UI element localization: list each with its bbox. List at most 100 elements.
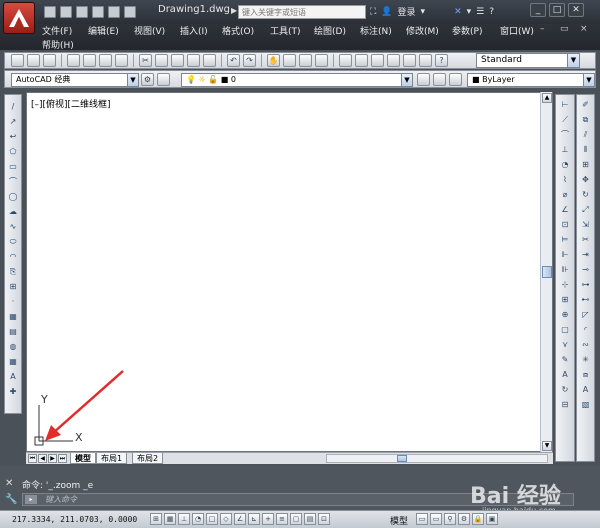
break-dim-icon[interactable]: ⊹ — [559, 279, 571, 291]
calculator-icon[interactable] — [419, 54, 432, 67]
linear-dim-icon[interactable]: ⊢ — [559, 99, 571, 111]
user-icon[interactable]: 👤 — [381, 7, 392, 17]
menu-insert[interactable]: 插入(I) — [180, 24, 208, 37]
angular-dim-icon[interactable]: ∠ — [559, 204, 571, 216]
menu-modify[interactable]: 修改(M) — [406, 24, 439, 37]
jogged-linear-icon[interactable]: ⋎ — [559, 339, 571, 351]
layer-previous-icon[interactable] — [433, 73, 446, 86]
close-button[interactable]: ✕ — [568, 3, 584, 17]
construction-line-icon[interactable]: ↗ — [7, 116, 19, 128]
jogged-dim-icon[interactable]: ⌇ — [559, 174, 571, 186]
arc-length-icon[interactable]: ⌒ — [559, 129, 571, 141]
tab-layout1[interactable]: 布局1 — [96, 453, 128, 464]
help-icon[interactable]: ? — [435, 54, 448, 67]
point-icon[interactable]: · — [7, 296, 19, 308]
lineweight-icon[interactable]: ≡ — [276, 513, 288, 525]
ortho-mode-icon[interactable]: ⊥ — [178, 513, 190, 525]
menu-tools[interactable]: 工具(T) — [270, 24, 301, 37]
spline-icon[interactable]: ∿ — [7, 221, 19, 233]
vertical-scrollbar[interactable]: ▲ ▼ — [540, 92, 552, 452]
ducs-icon[interactable]: ⊾ — [248, 513, 260, 525]
menu-dimension[interactable]: 标注(N) — [360, 24, 392, 37]
new-icon[interactable] — [11, 54, 24, 67]
quick-view-drawings-icon[interactable]: ▭ — [430, 513, 442, 525]
dim-style-icon[interactable]: ⊟ — [559, 399, 571, 411]
break-icon[interactable]: ⊶ — [580, 279, 592, 291]
binoculars-icon[interactable]: ⛶ — [370, 7, 376, 17]
aligned-dim-icon[interactable]: ⟋ — [559, 114, 571, 126]
clean-screen-icon[interactable]: ▣ — [486, 513, 498, 525]
text-style-select[interactable]: Standard ▼ — [476, 53, 580, 68]
hatch-edit-icon[interactable]: ▧ — [580, 399, 592, 411]
space-dim-icon[interactable]: ⊪ — [559, 264, 571, 276]
3d-osnap-icon[interactable]: ◇ — [220, 513, 232, 525]
preview-icon[interactable] — [83, 54, 96, 67]
layer-properties-icon[interactable] — [157, 73, 170, 86]
ellipse-arc-icon[interactable]: ◠ — [7, 251, 19, 263]
break-at-point-icon[interactable]: ⊸ — [580, 264, 592, 276]
exchange-icon[interactable]: ✕ — [454, 7, 462, 17]
save-icon[interactable] — [76, 6, 88, 18]
chevron-down-icon[interactable]: ▼ — [583, 74, 594, 86]
scroll-down-icon[interactable]: ▼ — [542, 441, 552, 451]
zoom-previous-icon[interactable] — [315, 54, 328, 67]
scroll-thumb[interactable] — [542, 266, 552, 278]
saveas-icon[interactable] — [92, 6, 104, 18]
horizontal-scrollbar[interactable] — [326, 454, 548, 463]
draworder-icon[interactable]: ⧈ — [580, 369, 592, 381]
layer-states-icon[interactable] — [449, 73, 462, 86]
publish-icon[interactable] — [99, 54, 112, 67]
redo-icon[interactable] — [124, 6, 136, 18]
center-mark-icon[interactable]: ⊕ — [559, 309, 571, 321]
subscription-icon[interactable]: ☰ — [476, 7, 484, 17]
block-editor-icon[interactable] — [203, 54, 216, 67]
blend-icon[interactable]: ∾ — [580, 339, 592, 351]
region-icon[interactable]: ◍ — [7, 341, 19, 353]
annotation-scale-icon[interactable]: ⚲ — [444, 513, 456, 525]
inspection-icon[interactable]: ▢ — [559, 324, 571, 336]
dim-edit-icon[interactable]: ✎ — [559, 354, 571, 366]
move-icon[interactable]: ✥ — [580, 174, 592, 186]
chevron-down-icon[interactable]: ▼ — [127, 74, 138, 86]
sheet-set-icon[interactable] — [387, 54, 400, 67]
gradient-icon[interactable]: ▤ — [7, 326, 19, 338]
search-expand-icon[interactable]: ▶ — [231, 6, 237, 15]
cut-icon[interactable]: ✂ — [139, 54, 152, 67]
trim-icon[interactable]: ✂ — [580, 234, 592, 246]
help-icon[interactable]: ? — [489, 7, 494, 17]
maximize-button[interactable]: □ — [549, 3, 565, 17]
explode-icon[interactable]: ✳ — [580, 354, 592, 366]
table-icon[interactable]: ▦ — [7, 356, 19, 368]
menu-window[interactable]: 窗口(W) — [500, 24, 534, 37]
scale-icon[interactable]: ⤢ — [580, 204, 592, 216]
polygon-icon[interactable]: ⬠ — [7, 146, 19, 158]
zoom-window-icon[interactable] — [299, 54, 312, 67]
hscroll-thumb[interactable] — [397, 455, 407, 462]
login-link[interactable]: 登录 — [398, 5, 416, 18]
copy-object-icon[interactable]: ⧉ — [580, 114, 592, 126]
baseline-dim-icon[interactable]: ⊨ — [559, 234, 571, 246]
model-space-button[interactable]: 模型 — [390, 514, 408, 527]
array-icon[interactable]: ⊞ — [580, 159, 592, 171]
zoom-realtime-icon[interactable] — [283, 54, 296, 67]
menu-edit[interactable]: 编辑(E) — [88, 24, 119, 37]
revision-cloud-icon[interactable]: ☁ — [7, 206, 19, 218]
open-icon[interactable] — [27, 54, 40, 67]
workspace-settings-icon[interactable]: ⚙ — [141, 73, 154, 86]
undo-icon[interactable] — [108, 6, 120, 18]
stretch-icon[interactable]: ⇲ — [580, 219, 592, 231]
text-icon[interactable]: A — [580, 384, 592, 396]
workspace-switch-icon[interactable]: ⚙ — [458, 513, 470, 525]
continue-dim-icon[interactable]: ⊩ — [559, 249, 571, 261]
grid-display-icon[interactable]: ▦ — [164, 513, 176, 525]
minimize-button[interactable]: _ — [530, 3, 546, 17]
chevron-down-icon[interactable]: ▼ — [567, 54, 579, 67]
polar-tracking-icon[interactable]: ◔ — [192, 513, 204, 525]
chevron-down-icon[interactable]: ▾ — [421, 7, 426, 17]
open-file-icon[interactable] — [60, 6, 72, 18]
selection-cycling-icon[interactable]: ⊡ — [318, 513, 330, 525]
mirror-icon[interactable]: ⫽ — [580, 129, 592, 141]
new-file-icon[interactable] — [44, 6, 56, 18]
join-icon[interactable]: ⊷ — [580, 294, 592, 306]
undo-icon[interactable]: ↶ — [227, 54, 240, 67]
